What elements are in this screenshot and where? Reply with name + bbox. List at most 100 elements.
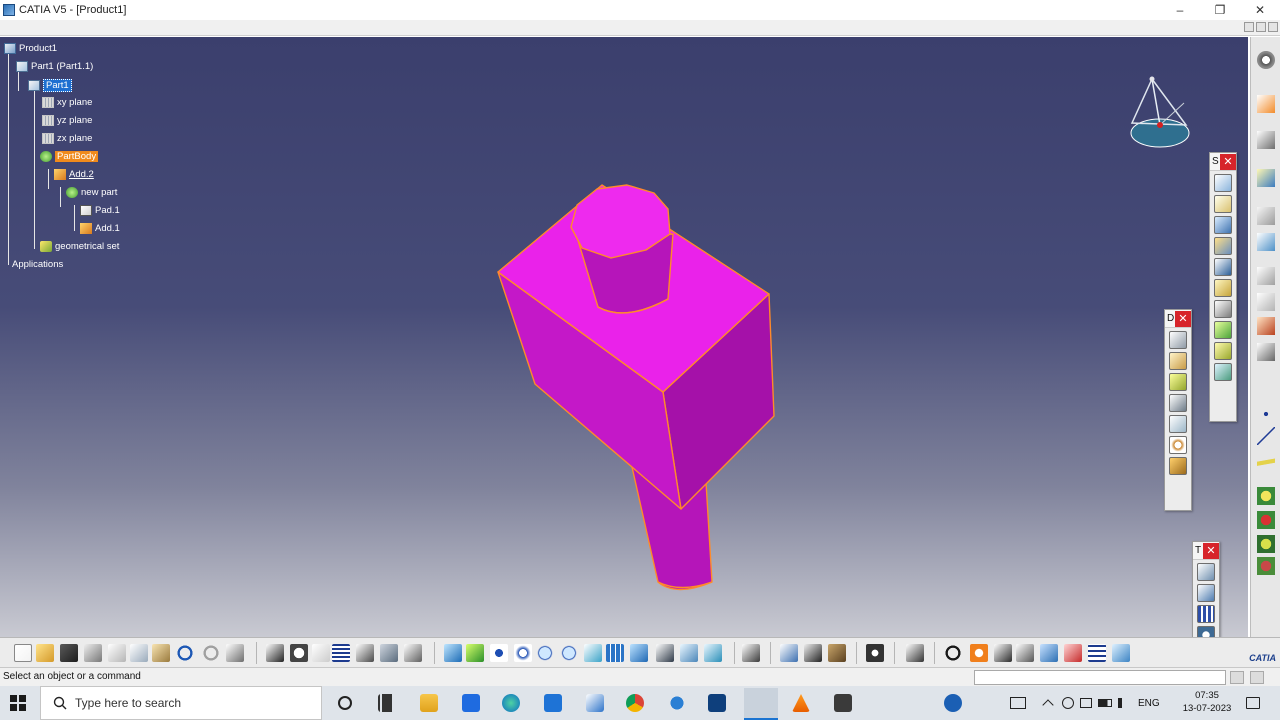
shading-icon[interactable]: [656, 644, 674, 662]
taskbar-clock[interactable]: 07:35 13-07-2023: [1176, 689, 1238, 715]
stiffener-icon[interactable]: [1214, 321, 1232, 339]
fly-mode-icon[interactable]: [444, 644, 462, 662]
hand-icon[interactable]: [970, 644, 988, 662]
axis-system-icon[interactable]: [906, 644, 924, 662]
print-icon[interactable]: [84, 644, 102, 662]
catia-taskbar-icon[interactable]: [744, 688, 778, 720]
cortana-icon[interactable]: [338, 696, 352, 710]
update-icon[interactable]: [742, 644, 760, 662]
language-indicator[interactable]: ENG: [1138, 698, 1160, 709]
open-icon[interactable]: [36, 644, 54, 662]
measure-icon[interactable]: [1257, 293, 1275, 311]
battery-icon[interactable]: [1098, 699, 1112, 707]
hide-show-icon[interactable]: [680, 644, 698, 662]
box-icon[interactable]: [804, 644, 822, 662]
annotation-icon[interactable]: [1257, 267, 1275, 285]
chevron-up-icon[interactable]: [1042, 699, 1054, 711]
pan-icon[interactable]: [490, 644, 508, 662]
material-icon[interactable]: [1257, 317, 1275, 335]
list-icon[interactable]: [1088, 644, 1106, 662]
part-3d-model[interactable]: [0, 37, 1248, 637]
plane-icon[interactable]: [1257, 207, 1275, 225]
fit-all-icon[interactable]: [466, 644, 484, 662]
undo-icon[interactable]: [176, 644, 194, 662]
photos-icon[interactable]: [586, 694, 604, 712]
rectangular-pattern-icon[interactable]: [1197, 605, 1215, 623]
boolean-union-trim-icon[interactable]: [1257, 557, 1275, 575]
multi-view-icon[interactable]: [606, 644, 624, 662]
chrome-icon[interactable]: [626, 694, 644, 712]
boolean-add-icon[interactable]: [1257, 487, 1275, 505]
chamfer-icon[interactable]: [1169, 352, 1187, 370]
law-icon[interactable]: [312, 644, 330, 662]
edge-fillet-icon[interactable]: [1169, 331, 1187, 349]
calculator-icon[interactable]: [834, 694, 852, 712]
paste-icon[interactable]: [152, 644, 170, 662]
hole-icon[interactable]: [1214, 237, 1232, 255]
vlc-icon[interactable]: [792, 694, 810, 712]
redo-icon[interactable]: [202, 644, 220, 662]
network-icon[interactable]: [1080, 698, 1092, 708]
minimize-button[interactable]: –: [1160, 0, 1200, 20]
stack-icon[interactable]: [1257, 169, 1275, 187]
loft-icon[interactable]: [1214, 342, 1232, 360]
whats-this-icon[interactable]: [226, 644, 244, 662]
scale-icon[interactable]: [1016, 644, 1034, 662]
point-icon[interactable]: [1257, 405, 1275, 423]
doc-close-button[interactable]: [1268, 22, 1278, 32]
shaft-icon[interactable]: [1214, 216, 1232, 234]
rib-icon[interactable]: [1214, 279, 1232, 297]
remove-face-icon[interactable]: [1169, 457, 1187, 475]
tray-app-icon[interactable]: [1062, 697, 1074, 709]
save-icon[interactable]: [60, 644, 78, 662]
groove-icon[interactable]: [1214, 258, 1232, 276]
swap-visible-space-icon[interactable]: [704, 644, 722, 662]
volume-icon[interactable]: [1118, 698, 1128, 708]
floating-toolbar-sketch-based[interactable]: S ✕: [1209, 152, 1237, 422]
catalog-icon[interactable]: [356, 644, 374, 662]
mail-icon[interactable]: [544, 694, 562, 712]
zoom-in-icon[interactable]: [536, 644, 554, 662]
windows-start-icon[interactable]: [10, 695, 26, 711]
status-button-1[interactable]: [1230, 671, 1244, 684]
3dexperience-icon[interactable]: [708, 694, 726, 712]
zoom-out-icon[interactable]: [560, 644, 578, 662]
draft-icon[interactable]: [1169, 373, 1187, 391]
solid-combine-icon[interactable]: [1214, 363, 1232, 381]
thread-icon[interactable]: [1169, 436, 1187, 454]
thickness-icon[interactable]: [1169, 415, 1187, 433]
gear-icon[interactable]: [1257, 51, 1275, 69]
close-toolbar-button[interactable]: ✕: [1175, 310, 1191, 327]
select-icon[interactable]: [1257, 95, 1275, 113]
shell-icon[interactable]: [1169, 394, 1187, 412]
edge-icon[interactable]: [502, 694, 520, 712]
notifications-icon[interactable]: [1246, 697, 1260, 709]
pocket-icon[interactable]: [1214, 195, 1232, 213]
maximize-button[interactable]: ❐: [1200, 0, 1240, 20]
translation-icon[interactable]: [1197, 563, 1215, 581]
copy-icon[interactable]: [130, 644, 148, 662]
doc-restore-button[interactable]: [1256, 22, 1266, 32]
slot-icon[interactable]: [1214, 300, 1232, 318]
3d-viewport[interactable]: Product1 Part1 (Part1.1) Part1 xy plane …: [0, 37, 1248, 637]
floating-toolbar-dress-up[interactable]: D ✕: [1164, 309, 1192, 511]
camera-icon[interactable]: [866, 644, 884, 662]
close-toolbar-button[interactable]: ✕: [1203, 542, 1219, 559]
knowledge-icon[interactable]: [290, 644, 308, 662]
swap-icon[interactable]: [1040, 644, 1058, 662]
mirror-icon[interactable]: [1197, 584, 1215, 602]
taskbar-search-box[interactable]: Type here to search: [40, 686, 322, 720]
measure-item-icon[interactable]: [380, 644, 398, 662]
open-body-icon[interactable]: [1257, 233, 1275, 251]
command-input[interactable]: [974, 670, 1226, 685]
close-button[interactable]: ✕: [1240, 0, 1280, 20]
line-icon[interactable]: [1257, 427, 1275, 445]
dropbox-icon[interactable]: [462, 694, 480, 712]
normal-view-icon[interactable]: [584, 644, 602, 662]
arrow-dimension-icon[interactable]: [780, 644, 798, 662]
help-icon[interactable]: [944, 694, 962, 712]
boolean-intersect-icon[interactable]: [1257, 535, 1275, 553]
onedrive-icon[interactable]: [668, 694, 686, 712]
cut-icon[interactable]: [108, 644, 126, 662]
compass-widget[interactable]: [1126, 75, 1190, 151]
